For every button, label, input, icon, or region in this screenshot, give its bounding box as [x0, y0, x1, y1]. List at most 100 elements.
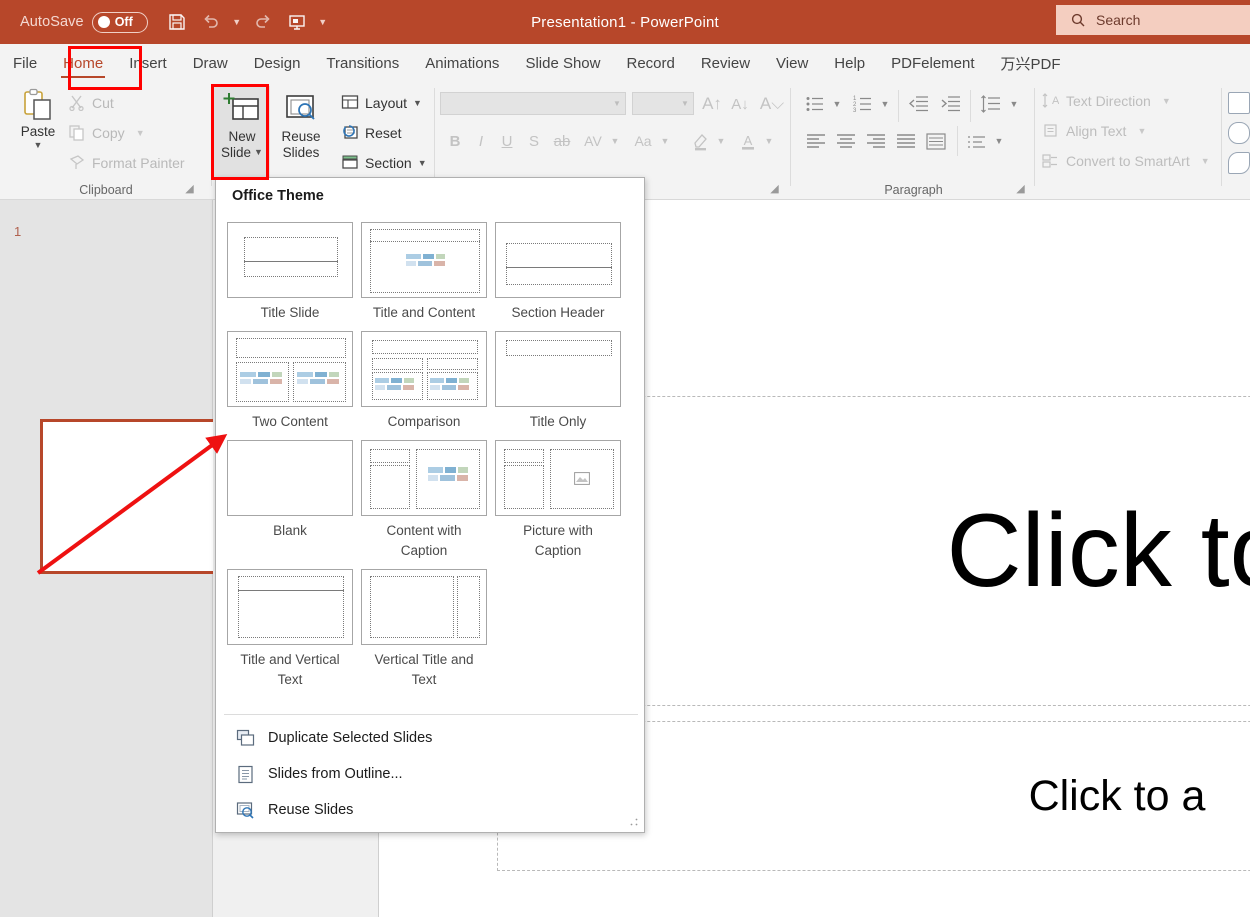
convert-smartart-dropdown-icon[interactable]: ▼ [1201, 156, 1210, 166]
font-size-dropdown-icon[interactable]: ▼ [677, 99, 693, 108]
slide-thumbnail-panel: 1 [0, 200, 218, 917]
convert-smartart-button[interactable]: Convert to SmartArt ▼ [1042, 152, 1210, 169]
text-shadow-button[interactable]: S [523, 128, 545, 154]
tab-slide-show[interactable]: Slide Show [512, 46, 613, 80]
justify-icon[interactable] [892, 128, 920, 154]
reuse-slides-button[interactable]: Reuse Slides [273, 86, 329, 178]
layout-dropdown-icon[interactable]: ▼ [413, 98, 422, 108]
tab-file[interactable]: File [0, 46, 50, 80]
new-slide-button[interactable]: New Slide ▼ [214, 86, 270, 178]
content-preview-icon [297, 372, 339, 384]
align-center-icon[interactable] [832, 128, 860, 154]
line-spacing-icon[interactable] [978, 92, 1004, 116]
section-button[interactable]: Section ▼ [341, 154, 427, 171]
paste-icon [24, 88, 51, 120]
resize-grip[interactable] [629, 817, 639, 827]
font-name-dropdown-icon[interactable]: ▼ [609, 99, 625, 108]
font-dialog-launcher[interactable]: ◢ [768, 183, 781, 196]
tab-animations[interactable]: Animations [412, 46, 512, 80]
format-painter-button[interactable]: Format Painter [68, 154, 185, 171]
tab-design[interactable]: Design [241, 46, 314, 80]
numbering-icon[interactable]: 123 [850, 92, 876, 116]
clear-formatting-icon[interactable]: A⌵ [760, 92, 784, 116]
bold-button[interactable]: B [444, 128, 466, 154]
clipboard-dialog-launcher[interactable]: ◢ [183, 183, 196, 196]
layout-title-only[interactable]: Title Only [491, 323, 625, 432]
search-box[interactable]: Search [1056, 5, 1250, 35]
layout-title-and-vertical-text[interactable]: Title and Vertical Text [223, 561, 357, 690]
reuse-slides-label-line1: Reuse [281, 129, 321, 144]
slides-from-outline-item[interactable]: Slides from Outline... [216, 756, 644, 792]
align-text-button[interactable]: Align Text ▼ [1042, 122, 1146, 139]
copy-button[interactable]: Copy ▼ [68, 124, 145, 141]
font-color-dropdown-icon[interactable]: ▼ [762, 128, 776, 154]
underline-button[interactable]: U [496, 128, 518, 154]
shape-style-rounded-icon[interactable] [1228, 122, 1250, 144]
layout-vertical-title-and-text[interactable]: Vertical Title and Text [357, 561, 491, 690]
line-spacing-dropdown-icon[interactable]: ▼ [1007, 92, 1021, 116]
grow-font-icon[interactable]: A↑ [700, 92, 724, 116]
duplicate-selected-slides-item[interactable]: Duplicate Selected Slides [216, 720, 644, 756]
new-slide-icon [223, 93, 259, 120]
layout-title-slide[interactable]: Title Slide [223, 214, 357, 323]
tab-draw[interactable]: Draw [180, 46, 241, 80]
picture-placeholder-icon [574, 472, 590, 485]
italic-button[interactable]: I [470, 128, 492, 154]
tab-insert[interactable]: Insert [116, 46, 180, 80]
text-direction-button[interactable]: A Text Direction ▼ [1042, 92, 1171, 109]
bullets-dropdown-icon[interactable]: ▼ [830, 92, 844, 116]
increase-indent-icon[interactable] [938, 92, 964, 116]
reuse-slides-item[interactable]: Reuse Slides [216, 792, 644, 828]
layout-thumbnail [495, 331, 621, 407]
cut-button[interactable]: Cut [68, 94, 114, 111]
layout-content-with-caption[interactable]: Content with Caption [357, 432, 491, 561]
bullets-icon[interactable] [802, 92, 828, 116]
tab-record[interactable]: Record [613, 46, 687, 80]
font-size-combo[interactable]: ▼ [632, 92, 694, 115]
layout-section-header[interactable]: Section Header [491, 214, 625, 323]
align-left-icon[interactable] [802, 128, 830, 154]
tab-home[interactable]: Home [50, 46, 116, 80]
shrink-font-icon[interactable]: A↓ [728, 92, 752, 116]
slide-thumbnail-1[interactable] [40, 419, 218, 574]
text-align-dropdown-icon[interactable]: ▼ [992, 128, 1006, 154]
reset-button[interactable]: Reset [341, 124, 402, 141]
text-highlight-icon[interactable] [688, 128, 714, 154]
decrease-indent-icon[interactable] [906, 92, 932, 116]
strikethrough-button[interactable]: ab [549, 128, 575, 154]
shape-style-curved-icon[interactable] [1228, 152, 1250, 174]
tab-pdfelement[interactable]: PDFelement [878, 46, 987, 80]
new-slide-dropdown-icon[interactable]: ▼ [254, 145, 263, 160]
text-align-icon[interactable] [964, 128, 990, 154]
layout-comparison[interactable]: Comparison [357, 323, 491, 432]
layout-two-content[interactable]: Two Content [223, 323, 357, 432]
layout-button[interactable]: Layout ▼ [341, 94, 422, 111]
section-dropdown-icon[interactable]: ▼ [418, 158, 427, 168]
text-highlight-dropdown-icon[interactable]: ▼ [714, 128, 728, 154]
paste-button[interactable]: Paste ▼ [12, 88, 64, 166]
font-color-icon[interactable]: A [736, 128, 760, 154]
tab-review[interactable]: Review [688, 46, 763, 80]
font-name-combo[interactable]: ▼ [440, 92, 626, 115]
numbering-dropdown-icon[interactable]: ▼ [878, 92, 892, 116]
text-direction-dropdown-icon[interactable]: ▼ [1162, 96, 1171, 106]
tab-transitions[interactable]: Transitions [313, 46, 412, 80]
tab-wanxing-pdf[interactable]: 万兴PDF [988, 46, 1074, 80]
character-spacing-button[interactable]: AV [579, 128, 607, 154]
paste-dropdown-icon[interactable]: ▼ [34, 141, 43, 150]
align-text-dropdown-icon[interactable]: ▼ [1137, 126, 1146, 136]
align-right-icon[interactable] [862, 128, 890, 154]
columns-icon[interactable] [922, 128, 950, 154]
tab-view[interactable]: View [763, 46, 821, 80]
character-spacing-dropdown-icon[interactable]: ▼ [608, 128, 622, 154]
layout-title-and-content[interactable]: Title and Content [357, 214, 491, 323]
copy-dropdown-icon[interactable]: ▼ [136, 128, 145, 138]
tab-help[interactable]: Help [821, 46, 878, 80]
change-case-dropdown-icon[interactable]: ▼ [658, 128, 672, 154]
change-case-button[interactable]: Aa [628, 128, 658, 154]
paragraph-dialog-launcher[interactable]: ◢ [1014, 183, 1027, 196]
clipboard-group-label: Clipboard [79, 183, 133, 197]
layout-blank[interactable]: Blank [223, 432, 357, 561]
layout-picture-with-caption[interactable]: Picture with Caption [491, 432, 625, 561]
shape-style-abc-icon[interactable] [1228, 92, 1250, 114]
